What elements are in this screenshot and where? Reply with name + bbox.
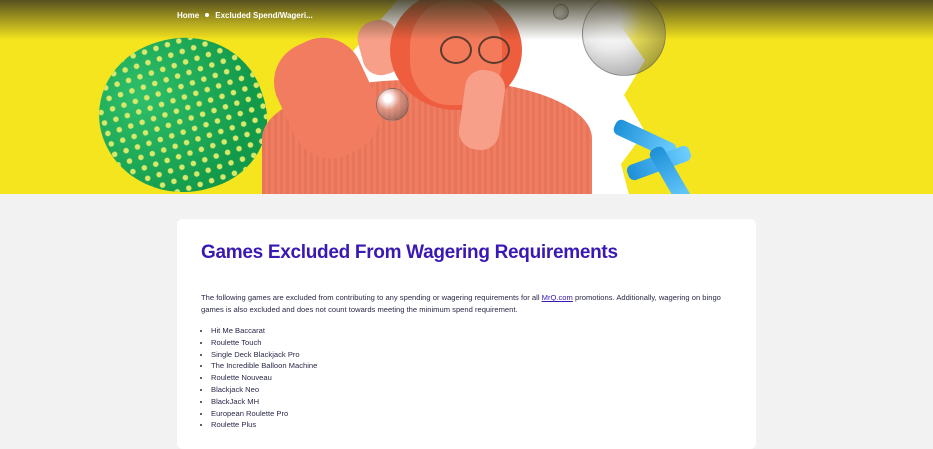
list-item: European Roulette Pro — [211, 408, 317, 420]
list-item: BlackJack MH — [211, 396, 317, 408]
intro-text-before: The following games are excluded from co… — [201, 293, 542, 302]
breadcrumb-home-link[interactable]: Home — [177, 11, 199, 20]
breadcrumb-current: Excluded Spend/Wageri... — [215, 10, 313, 20]
content-card: Games Excluded From Wagering Requirement… — [177, 219, 756, 449]
hero-top-shade — [0, 0, 933, 40]
excluded-games-list: Hit Me Baccarat Roulette Touch Single De… — [201, 325, 317, 431]
hero-bubble-small — [376, 88, 409, 121]
list-item: Single Deck Blackjack Pro — [211, 349, 317, 361]
mrq-link[interactable]: MrQ.com — [542, 293, 573, 302]
hero-banner — [0, 0, 933, 194]
intro-paragraph: The following games are excluded from co… — [201, 292, 741, 316]
list-item: Blackjack Neo — [211, 384, 317, 396]
list-item: The Incredible Balloon Machine — [211, 360, 317, 372]
list-item: Hit Me Baccarat — [211, 325, 317, 337]
hero-ribbon-shape — [611, 117, 695, 194]
list-item: Roulette Nouveau — [211, 372, 317, 384]
hero-lemon-image — [80, 16, 285, 194]
list-item: Roulette Plus — [211, 419, 317, 431]
breadcrumb-separator-dot — [205, 13, 210, 17]
page-title: Games Excluded From Wagering Requirement… — [201, 242, 618, 263]
list-item: Roulette Touch — [211, 337, 317, 349]
breadcrumb: Home Excluded Spend/Wageri... — [177, 9, 313, 21]
